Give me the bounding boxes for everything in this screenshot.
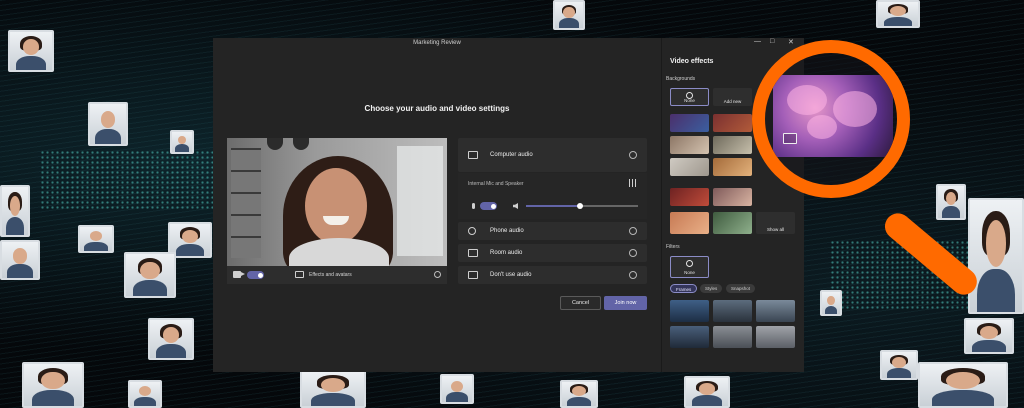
room-audio-option[interactable]: Room audio [458, 244, 647, 262]
participant-photo [918, 362, 1008, 408]
preview-controls: Effects and avatars [227, 266, 447, 284]
audio-device-panel: Internal Mic and Speaker [458, 173, 647, 219]
background-tile[interactable] [713, 136, 752, 154]
camera-toggle[interactable] [247, 271, 264, 279]
phone-audio-label: Phone audio [490, 228, 524, 234]
tab-frames[interactable]: Frames [670, 284, 698, 293]
background-tile[interactable] [713, 114, 752, 132]
settings-heading: Choose your audio and video settings [364, 104, 510, 113]
background-tile[interactable] [670, 212, 709, 234]
frame-tile[interactable] [713, 300, 752, 322]
computer-audio-radio[interactable] [629, 151, 637, 159]
show-all-tile[interactable]: Show all [756, 212, 795, 234]
show-all-label: Show all [766, 227, 784, 232]
participant-photo [968, 198, 1024, 314]
backgrounds-section: Backgrounds [666, 76, 696, 82]
background-tile[interactable] [713, 212, 752, 234]
speaker-icon [513, 203, 518, 209]
add-background-tile[interactable]: Add new [713, 88, 752, 106]
cancel-button[interactable]: Cancel [560, 296, 601, 310]
window-title: Marketing Review [413, 40, 461, 46]
participant-photo [880, 350, 918, 380]
minimize-icon[interactable]: — [754, 38, 761, 48]
room-icon [468, 249, 478, 257]
background-none-tile[interactable]: None [670, 88, 709, 106]
audio-device-label: Internal Mic and Speaker [468, 181, 524, 187]
prejoin-window: Marketing Review Choose your audio and v… [213, 38, 661, 372]
participant-photo [820, 290, 842, 316]
computer-audio-label: Computer audio [490, 152, 533, 158]
background-none-label: None [684, 98, 695, 103]
phone-audio-option[interactable]: Phone audio [458, 222, 647, 240]
participant-photo [936, 184, 966, 220]
frame-tile[interactable] [756, 300, 795, 322]
participant-photo [440, 374, 474, 404]
participant-photo [88, 102, 128, 146]
participant-photo [22, 362, 84, 408]
effects-icon[interactable] [295, 271, 304, 278]
maximize-icon[interactable]: □ [770, 38, 774, 48]
participant-photo [964, 318, 1014, 354]
room-audio-radio[interactable] [629, 249, 637, 257]
computer-audio-option[interactable]: Computer audio [458, 138, 647, 172]
participant-photo [78, 225, 114, 253]
participant-photo [148, 318, 194, 360]
frame-tile[interactable] [713, 326, 752, 348]
background-tile[interactable] [670, 158, 709, 176]
participant-photo [0, 240, 40, 280]
close-icon[interactable]: ✕ [788, 38, 794, 48]
phone-icon [468, 227, 476, 235]
volume-knob[interactable] [576, 203, 583, 209]
background-tile[interactable] [670, 188, 709, 206]
no-audio-icon [468, 271, 478, 279]
magnified-background-preview [773, 75, 893, 157]
background-tile[interactable] [713, 188, 752, 206]
filters-section: Filters [666, 244, 680, 250]
participant-photo [560, 380, 598, 408]
effects-title: Video effects [670, 58, 714, 65]
video-background-icon [783, 133, 797, 144]
audio-settings-icon[interactable] [629, 179, 637, 187]
camera-preview [227, 138, 447, 266]
join-now-button[interactable]: Join now [604, 296, 647, 310]
room-audio-label: Room audio [490, 250, 523, 256]
no-audio-radio[interactable] [629, 271, 637, 279]
background-tile[interactable] [713, 158, 752, 176]
effects-avatars-button[interactable]: Effects and avatars [309, 272, 352, 278]
microphone-icon [472, 203, 475, 209]
participant-photo [553, 0, 585, 30]
frame-tile[interactable] [756, 326, 795, 348]
participant-photo [170, 130, 194, 154]
phone-audio-radio[interactable] [629, 227, 637, 235]
no-audio-label: Don't use audio [490, 272, 532, 278]
add-background-label: Add new [723, 99, 742, 104]
tab-styles[interactable]: Styles [700, 284, 723, 293]
frame-tile[interactable] [670, 300, 709, 322]
background-tile[interactable] [670, 114, 709, 132]
filter-none-tile[interactable]: None [670, 256, 709, 278]
no-audio-option[interactable]: Don't use audio [458, 266, 647, 284]
filter-none-label: None [684, 270, 695, 275]
dot-field-left [40, 150, 215, 210]
frame-tile[interactable] [670, 326, 709, 348]
device-settings-icon[interactable] [434, 271, 441, 278]
microphone-toggle[interactable] [480, 202, 497, 210]
participant-photo [124, 252, 176, 298]
computer-icon [468, 151, 478, 159]
tab-snapshot[interactable]: Snapshot [726, 284, 756, 293]
participant-photo [128, 380, 162, 408]
participant-photo [876, 0, 920, 28]
speaker-volume-slider[interactable] [526, 203, 638, 209]
filter-none-icon [686, 260, 693, 267]
background-tile[interactable] [670, 136, 709, 154]
volume-fill [526, 205, 580, 207]
participant-photo [8, 30, 54, 72]
participant-photo [0, 185, 30, 237]
participant-photo [300, 370, 366, 408]
magnifier-lens [752, 40, 910, 198]
participant-photo [684, 376, 730, 408]
camera-icon [233, 271, 245, 278]
